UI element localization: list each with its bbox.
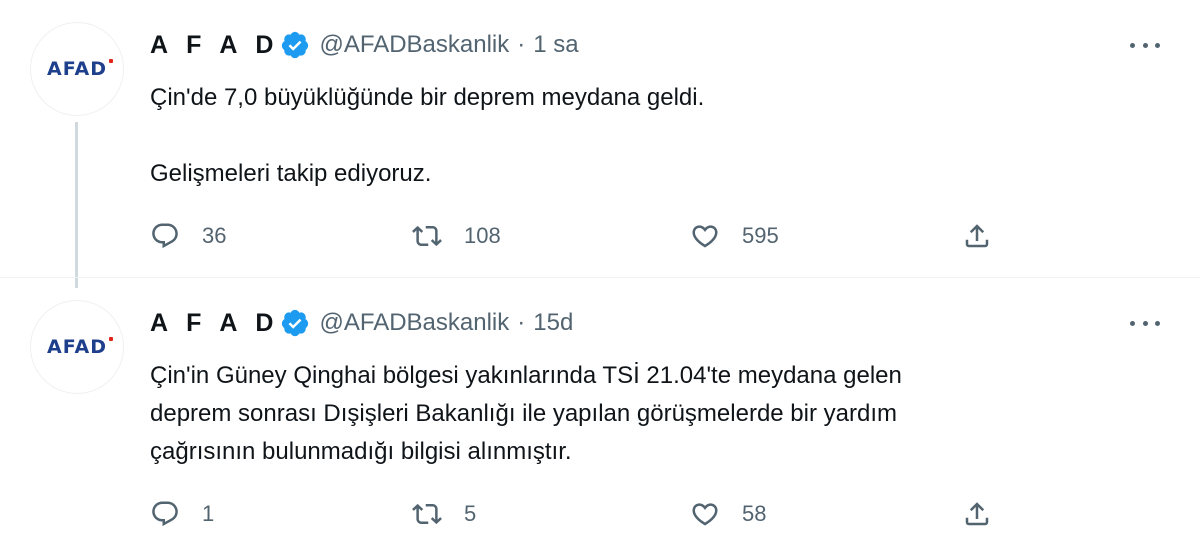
tweet-text-line: Çin'in Güney Qinghai bölgesi yakınlarınd… — [150, 362, 902, 389]
avatar[interactable]: AFAD — [30, 22, 124, 116]
separator: · — [517, 309, 526, 336]
like-count: 595 — [742, 223, 779, 248]
handle[interactable]: @AFADBaskanlik — [320, 31, 510, 59]
retweet-button[interactable]: 108 — [412, 219, 501, 253]
timestamp[interactable]: 1 sa — [533, 31, 578, 59]
tweet-header: A F A D @AFADBaskanlik · 15d — [150, 308, 573, 338]
reply-count: 36 — [202, 223, 227, 248]
like-button[interactable]: 595 — [690, 219, 779, 253]
tweet-text-line: deprem sonrası Dışişleri Bakanlığı ile y… — [150, 400, 897, 427]
reply-icon — [152, 501, 178, 527]
afad-logo: AFAD — [47, 58, 113, 80]
more-icon[interactable] — [1130, 40, 1160, 50]
reply-icon — [152, 223, 178, 249]
timestamp[interactable]: 15d — [533, 309, 573, 337]
share-icon — [965, 502, 989, 526]
thread-connector — [75, 122, 78, 288]
retweet-count: 5 — [464, 501, 477, 526]
like-count: 58 — [742, 501, 767, 526]
afad-logo: AFAD — [47, 336, 113, 358]
tweet-text-line: Gelişmeleri takip ediyoruz. — [150, 160, 432, 187]
reply-button[interactable]: 1 — [150, 497, 214, 531]
tweet-header: A F A D @AFADBaskanlik · 1 sa — [150, 30, 579, 60]
handle[interactable]: @AFADBaskanlik — [320, 309, 510, 337]
retweet-button[interactable]: 5 — [412, 497, 476, 531]
retweet-icon — [412, 225, 442, 247]
like-icon — [692, 225, 718, 248]
share-button[interactable] — [962, 219, 992, 253]
retweet-icon — [412, 503, 442, 525]
separator: · — [517, 31, 526, 58]
like-button[interactable]: 58 — [690, 497, 766, 531]
display-name[interactable]: A F A D — [150, 31, 280, 60]
share-button[interactable] — [962, 497, 992, 531]
tweet-text-line: çağrısının bulunmadığı bilgisi alınmıştı… — [150, 438, 572, 465]
more-icon[interactable] — [1130, 318, 1160, 328]
share-icon — [965, 224, 989, 248]
display-name[interactable]: A F A D — [150, 309, 280, 338]
avatar[interactable]: AFAD — [30, 300, 124, 394]
action-bar: 1 5 58 — [150, 497, 1010, 531]
action-bar: 36 108 595 — [150, 219, 1010, 253]
retweet-count: 108 — [464, 223, 501, 248]
verified-badge-icon — [281, 31, 308, 59]
like-icon — [692, 503, 718, 526]
tweet[interactable]: AFAD A F A D @AFADBaskanlik · 1 sa Çin'd… — [0, 0, 1200, 288]
verified-badge-icon — [281, 309, 308, 337]
reply-button[interactable]: 36 — [150, 219, 226, 253]
reply-count: 1 — [202, 501, 215, 526]
tweet-text-line: Çin'de 7,0 büyüklüğünde bir deprem meyda… — [150, 84, 705, 111]
